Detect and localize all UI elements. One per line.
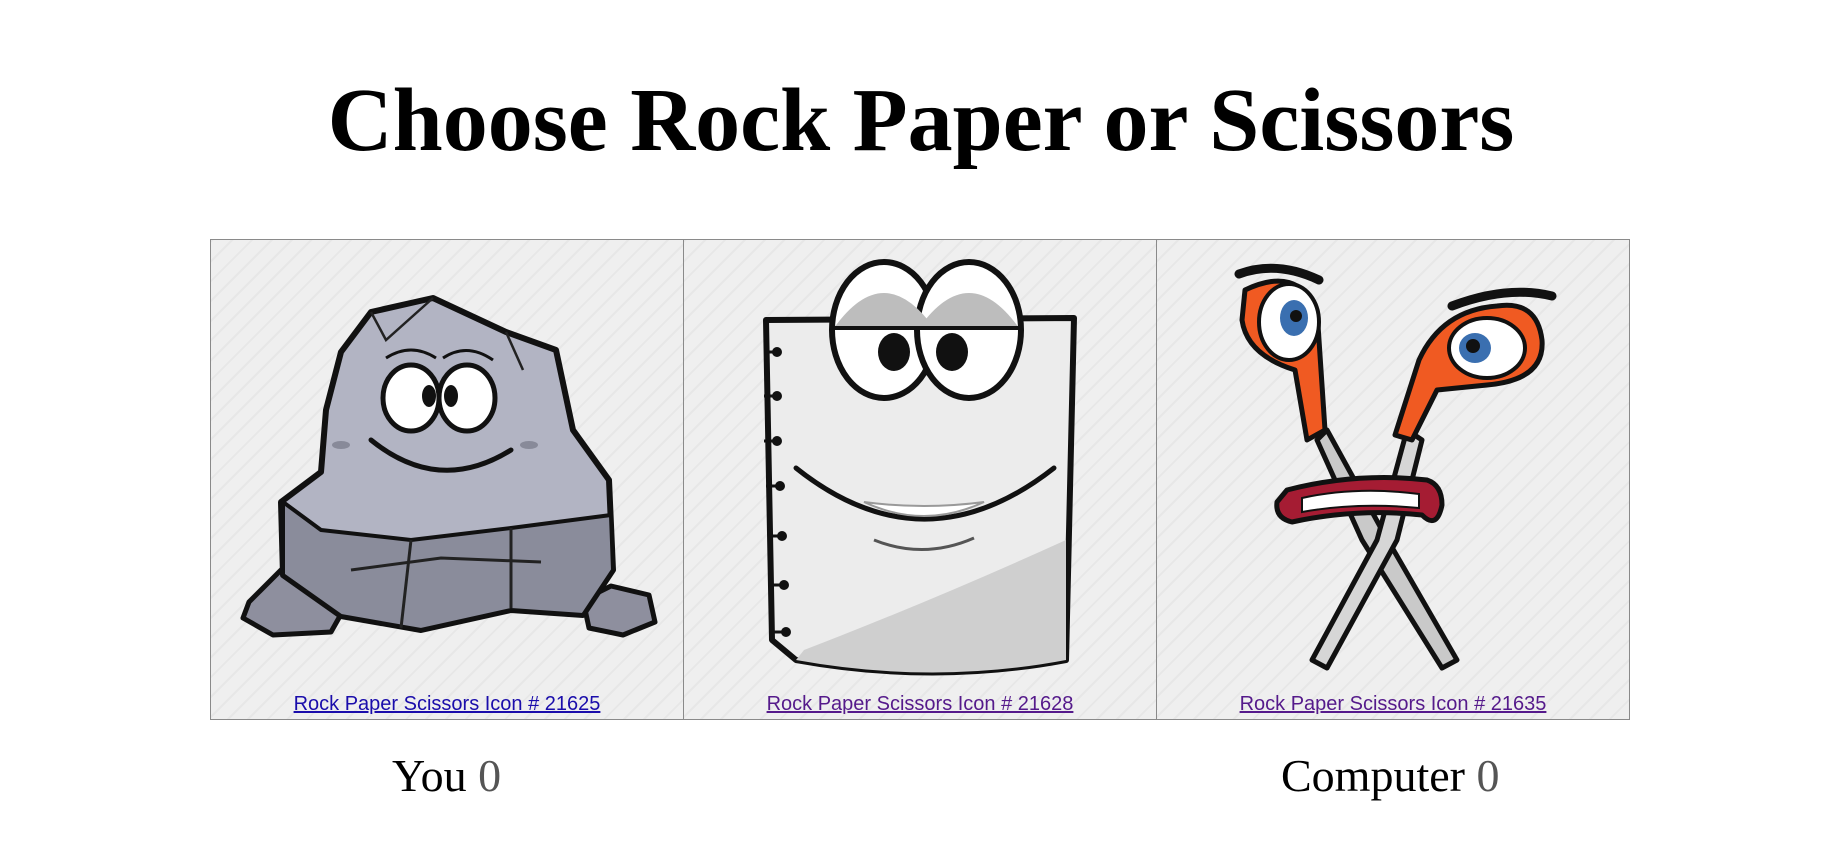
player-score-label: You <box>392 750 467 801</box>
choice-cards: Rock Paper Scissors Icon # 21625 Rock Pa… <box>210 239 1632 720</box>
paper-choice-card[interactable]: Rock Paper Scissors Icon # 21628 <box>683 239 1157 720</box>
rock-character-icon[interactable] <box>211 240 683 690</box>
page-title: Choose Rock Paper or Scissors <box>327 71 1515 170</box>
scissors-character-icon[interactable] <box>1157 240 1629 690</box>
computer-score: Computer 0 <box>1281 748 1499 804</box>
paper-icon-credit-link[interactable]: Rock Paper Scissors Icon # 21628 <box>684 692 1156 716</box>
rock-icon-credit-link[interactable]: Rock Paper Scissors Icon # 21625 <box>211 692 683 716</box>
computer-score-label: Computer <box>1281 750 1465 801</box>
scissors-choice-card[interactable]: Rock Paper Scissors Icon # 21635 <box>1156 239 1630 720</box>
player-score: You 0 <box>392 748 501 804</box>
computer-score-value: 0 <box>1476 750 1500 801</box>
rock-choice-card[interactable]: Rock Paper Scissors Icon # 21625 <box>210 239 684 720</box>
paper-character-icon[interactable] <box>684 240 1156 690</box>
scissors-icon-credit-link[interactable]: Rock Paper Scissors Icon # 21635 <box>1157 692 1629 716</box>
player-score-value: 0 <box>478 750 502 801</box>
